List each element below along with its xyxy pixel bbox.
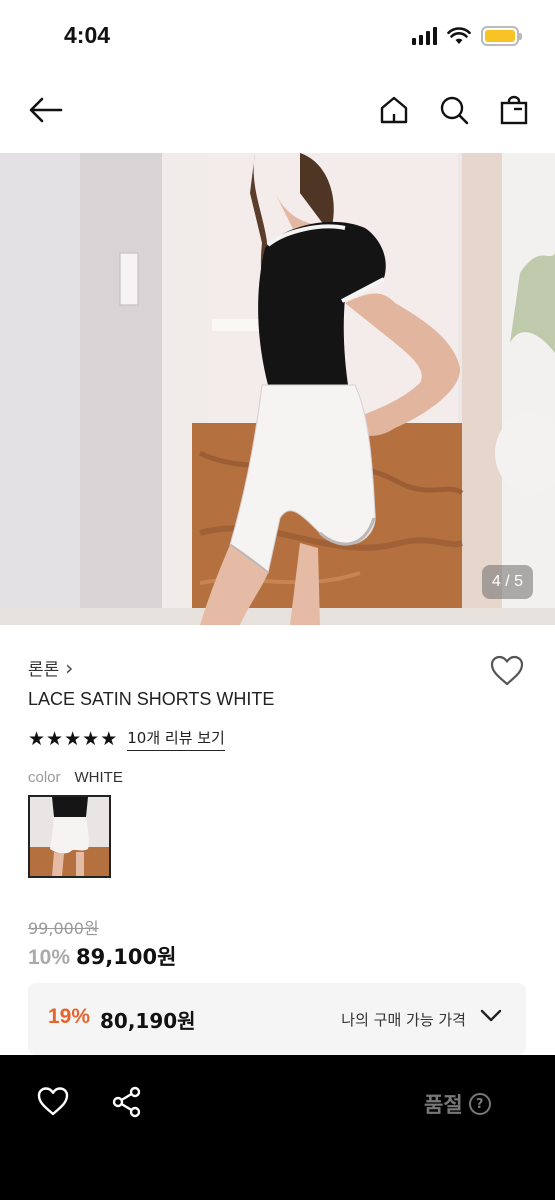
wifi-icon — [447, 27, 471, 44]
status-icons — [412, 26, 522, 46]
color-row: color WHITE — [28, 769, 123, 786]
status-bar: 4:04 — [0, 0, 555, 72]
share-icon — [112, 1086, 141, 1118]
color-option-swatch[interactable] — [28, 795, 111, 878]
sold-out-label: 품절 — [424, 1093, 463, 1117]
star-icon: ★ — [46, 727, 64, 750]
search-icon — [440, 96, 469, 125]
star-icon: ★ — [100, 727, 118, 750]
star-icon: ★ — [64, 727, 82, 750]
chevron-right-icon: › — [65, 655, 74, 680]
star-icon: ★ — [28, 727, 46, 750]
my-price-label: 나의 구매 가능 가격 — [341, 1011, 466, 1029]
price-row: 10% 89,100원 — [28, 941, 176, 971]
search-button[interactable] — [432, 88, 476, 132]
star-icon: ★ — [82, 727, 100, 750]
original-price: 99,000원 — [28, 919, 99, 938]
color-label: color — [28, 769, 61, 786]
brand-name: 론론 — [28, 660, 60, 680]
product-photo — [0, 153, 555, 625]
back-button[interactable] — [24, 88, 68, 132]
discount-rate: 10% — [28, 946, 71, 969]
sale-price: 89,100원 — [76, 945, 177, 969]
home-button[interactable] — [372, 88, 416, 132]
review-link[interactable]: 10개 리뷰 보기 — [127, 727, 225, 751]
my-price-dropdown[interactable]: 19% 80,190원 나의 구매 가능 가격 — [28, 983, 526, 1055]
bottom-wishlist-button[interactable] — [36, 1085, 70, 1121]
share-button[interactable] — [110, 1085, 144, 1123]
heart-icon — [37, 1087, 69, 1116]
swatch-thumbnail — [30, 797, 109, 876]
image-counter: 4 / 5 — [481, 565, 533, 599]
my-price: 80,190원 — [100, 1009, 196, 1033]
bottom-action-bar: 품절 ? — [0, 1055, 555, 1200]
color-value: WHITE — [74, 769, 123, 786]
product-image-carousel[interactable]: 4 / 5 — [0, 153, 555, 625]
help-icon[interactable]: ? — [468, 1093, 491, 1115]
shopping-bag-icon — [500, 95, 528, 125]
star-rating: ★ ★ ★ ★ ★ — [28, 727, 118, 750]
product-title: LACE SATIN SHORTS WHITE — [28, 689, 275, 709]
back-arrow-icon — [29, 97, 63, 123]
cart-button[interactable] — [492, 88, 536, 132]
home-icon — [380, 96, 408, 124]
sold-out-status: 품절 ? — [424, 1089, 491, 1119]
chevron-down-icon — [480, 1009, 502, 1022]
my-discount-rate: 19% — [48, 1005, 91, 1028]
top-navigation — [0, 80, 555, 140]
wishlist-button[interactable] — [489, 653, 525, 689]
brand-link[interactable]: 론론 › — [28, 655, 74, 681]
battery-icon — [481, 26, 522, 46]
status-time: 4:04 — [64, 22, 111, 48]
heart-icon — [490, 655, 524, 686]
rating-row: ★ ★ ★ ★ ★ 10개 리뷰 보기 — [28, 727, 225, 751]
cellular-signal-icon — [412, 27, 437, 45]
